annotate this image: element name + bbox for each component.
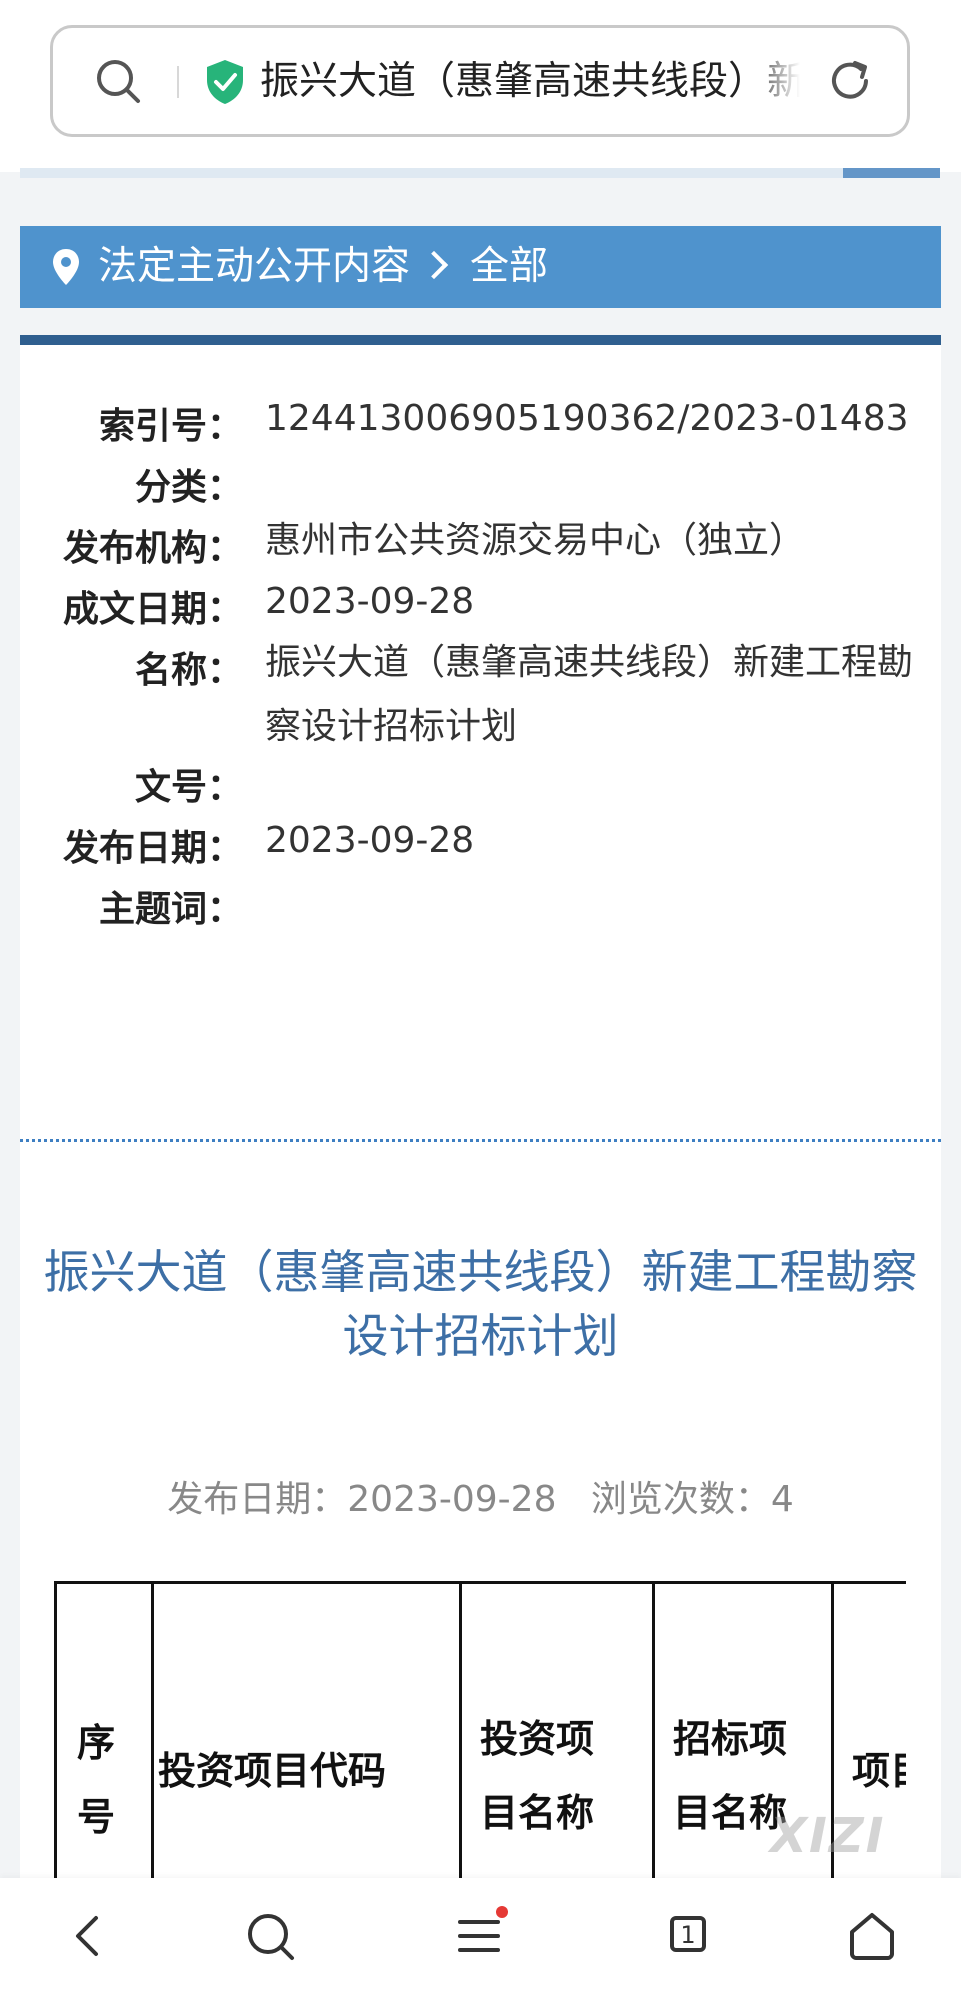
meta-label: 文号： — [134, 767, 243, 808]
dotted-divider — [20, 1139, 941, 1142]
shield-check-icon — [207, 60, 243, 104]
meta-label: 索引号： — [98, 406, 243, 447]
publish-date-label: 发布日期： — [167, 1479, 348, 1520]
views-label: 浏览次数： — [590, 1479, 771, 1520]
meta-label: 主题词： — [98, 889, 243, 930]
url-divider — [177, 66, 179, 98]
meta-label: 发布机构： — [62, 528, 243, 569]
table-header-cell: 投资项目代码 — [151, 1581, 462, 1881]
partial-search-strip — [20, 168, 940, 178]
document-title: 振兴大道（惠肇高速共线段）新建工程勘察设计招标计划 — [43, 1245, 918, 1363]
home-icon[interactable] — [842, 1906, 902, 1966]
meta-label: 发布日期： — [62, 828, 243, 869]
menu-icon[interactable] — [450, 1906, 510, 1966]
notification-dot — [496, 1906, 508, 1918]
table-header-cell: 序号 — [54, 1581, 154, 1881]
meta-value: 振兴大道（惠肇高速共线段）新建工程勘察设计招标计划 — [265, 642, 914, 747]
meta-value: 124413006905190362/2023-01483 — [265, 398, 909, 439]
breadcrumb-current[interactable]: 全部 — [470, 244, 548, 289]
search-icon[interactable] — [240, 1906, 300, 1966]
url-box[interactable]: 振兴大道（惠肇高速共线段）新建工程勘察设计招标计划 — [50, 25, 910, 137]
meta-value: 惠州市公共资源交易中心（独立） — [265, 520, 806, 561]
content-card: 索引号： 124413006905190362/2023-01483 分类： 发… — [20, 335, 941, 1975]
meta-label: 成文日期： — [62, 589, 243, 630]
publish-date-value: 2023-09-28 — [347, 1479, 557, 1520]
views-value: 4 — [770, 1479, 794, 1520]
url-text[interactable]: 振兴大道（惠肇高速共线段）新建工程勘察设计招标计划 — [260, 54, 800, 110]
breadcrumb-section[interactable]: 法定主动公开内容 — [98, 244, 410, 289]
breadcrumb: 法定主动公开内容 全部 — [20, 226, 941, 308]
chevron-right-icon — [419, 250, 449, 280]
browser-bottom-nav: 1 — [0, 1878, 961, 2000]
watermark: XIZI — [770, 1808, 886, 1864]
browser-address-bar: 振兴大道（惠肇高速共线段）新建工程勘察设计招标计划 — [0, 0, 961, 172]
meta-label: 名称： — [134, 650, 243, 691]
meta-value: 2023-09-28 — [265, 581, 475, 622]
tabs-icon[interactable]: 1 — [660, 1906, 720, 1966]
document-meta: 发布日期：2023-09-28 浏览次数：4 — [20, 1470, 941, 1522]
reload-icon[interactable] — [825, 56, 875, 106]
partial-search-button[interactable] — [843, 168, 940, 178]
tab-count: 1 — [670, 1916, 706, 1952]
location-pin-icon — [53, 249, 79, 285]
meta-label: 分类： — [134, 467, 243, 508]
back-icon[interactable] — [58, 1906, 118, 1966]
table-header-cell: 投资项目名称 — [459, 1581, 655, 1881]
search-icon[interactable] — [93, 56, 143, 106]
meta-value: 2023-09-28 — [265, 820, 475, 861]
